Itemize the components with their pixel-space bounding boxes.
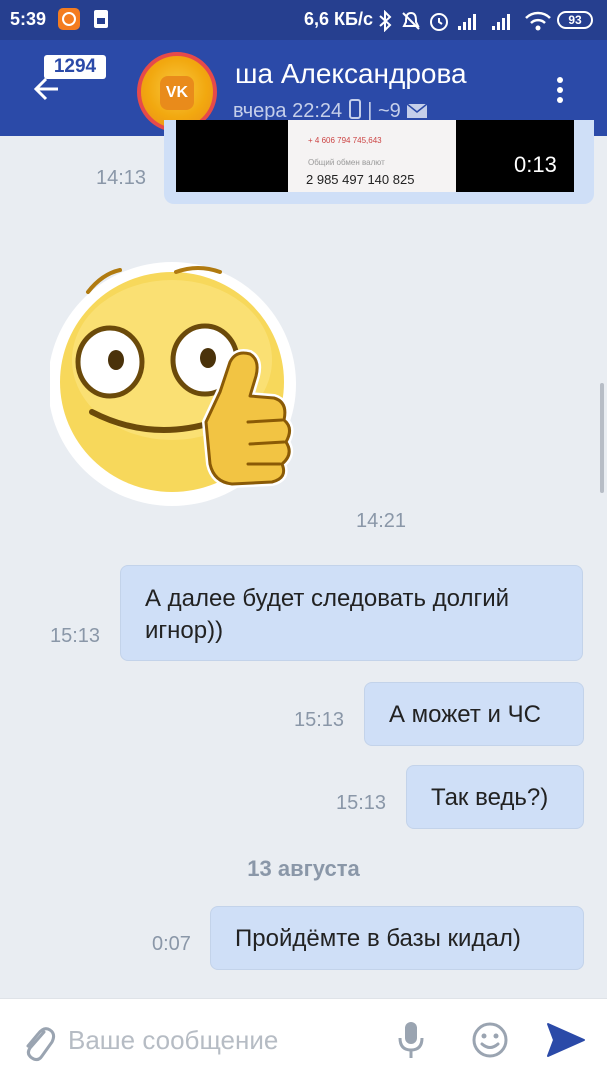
battery-icon: 93 [557, 11, 593, 29]
message-time: 14:13 [96, 167, 147, 189]
unread-count-badge: 1294 [44, 55, 106, 79]
signal-icon [490, 10, 518, 37]
video-duration: 0:13 [514, 152, 557, 177]
signal-icon [456, 10, 484, 37]
message-text: А может и ЧС [389, 701, 541, 728]
message-bubble[interactable]: А далее будет следовать долгий игнор)) [120, 565, 583, 661]
status-bar: 5:39 6,6 КБ/с 93 [0, 0, 607, 40]
bluetooth-icon [378, 9, 392, 37]
send-icon[interactable] [546, 1022, 586, 1063]
attach-icon[interactable] [20, 1022, 56, 1067]
message-text: Так ведь?) [431, 784, 549, 811]
video-screenshot-amount: 2 985 497 140 825 [306, 172, 415, 187]
message-bubble[interactable]: А может и ЧС [364, 682, 584, 746]
message-time: 15:13 [294, 709, 345, 731]
message-bubble[interactable]: Так ведь?) [406, 765, 584, 829]
emoji-icon[interactable] [471, 1021, 509, 1064]
scrollbar[interactable] [600, 383, 604, 493]
vk-logo-icon: VK [160, 76, 194, 110]
smiley-thumbs-up-icon [50, 262, 296, 506]
mic-icon[interactable] [396, 1020, 426, 1065]
message-time: 15:13 [50, 625, 101, 647]
wifi-icon [524, 10, 552, 37]
video-screenshot-line2: Общий обмен валют [308, 158, 385, 167]
sim-icon [90, 8, 112, 30]
message-bubble[interactable]: Пройдёмте в базы кидал) [210, 906, 584, 970]
message-text: А далее будет следовать долгий [145, 585, 510, 612]
phone-icon [348, 99, 361, 119]
message-text: Пройдёмте в базы кидал) [235, 925, 521, 952]
message-time: 0:07 [152, 933, 191, 955]
message-time: 15:13 [336, 792, 387, 814]
network-speed: 6,6 КБ/с [304, 9, 373, 29]
mute-icon [400, 10, 422, 37]
contact-name[interactable]: ша Александрова [235, 58, 467, 90]
date-separator: 13 августа [247, 856, 360, 881]
mail-icon [406, 103, 428, 118]
video-screenshot: + 4 606 794 745,643 Общий обмен валют 2 … [288, 120, 456, 192]
app-icon [58, 8, 80, 30]
last-seen-time: вчера 22:24 [233, 100, 343, 122]
more-vert-icon[interactable] [550, 74, 570, 106]
alarm-icon [428, 10, 450, 37]
message-time: 14:21 [356, 510, 407, 532]
last-seen-suffix: | ~9 [367, 100, 401, 122]
message-input[interactable] [68, 1010, 378, 1070]
video-screenshot-line1: + 4 606 794 745,643 [308, 136, 382, 145]
message-text: игнор)) [145, 617, 224, 644]
status-time: 5:39 [10, 9, 47, 29]
